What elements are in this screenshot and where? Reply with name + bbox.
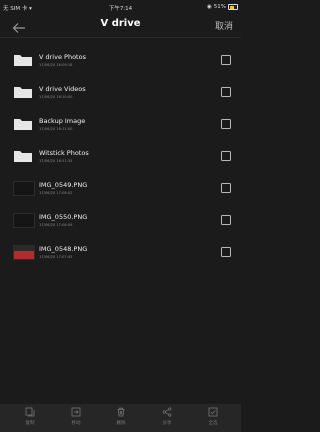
screen: 无 SIM 卡 ▾ 下午7:14 ◉ 51% V drive 取消 V driv… [0,0,241,432]
file-row[interactable]: V drive Videos 17/06/20 16:10:00 [0,76,241,108]
file-list: V drive Photos 17/06/20 16:09:18 V drive… [0,44,241,268]
action-bar: 复制 移动 删除 分享 全选 [0,404,241,432]
folder-icon [13,148,33,164]
folder-icon [13,52,33,68]
select-all-label: 全选 [208,421,218,426]
status-bar: 无 SIM 卡 ▾ 下午7:14 ◉ 51% [0,0,241,14]
file-date: 17/06/20 17:08:09 [39,223,73,227]
file-date: 17/06/20 16:11:00 [39,127,73,131]
file-date: 17/06/20 16:09:18 [39,63,73,67]
file-name: Backup Image [39,117,86,125]
delete-label: 删除 [116,421,126,426]
share-label: 分享 [162,421,172,426]
image-thumbnail [13,245,35,260]
copy-button[interactable]: 复制 [10,407,50,426]
cancel-button[interactable]: 取消 [215,19,233,32]
alarm-icon: ◉ [206,4,212,10]
share-button[interactable]: 分享 [147,407,187,426]
file-row[interactable]: IMG_0549.PNG 17/06/20 17:08:02 [0,172,241,204]
page-title: V drive [100,18,141,29]
folder-icon [13,116,33,132]
select-checkbox[interactable] [221,183,231,193]
move-label: 移动 [71,421,81,426]
nav-bar: V drive 取消 [0,14,241,36]
file-date: 17/06/20 16:51:35 [39,159,73,163]
move-button[interactable]: 移动 [56,407,96,426]
file-name: Witstick Photos [39,149,89,157]
file-date: 17/06/20 17:08:02 [39,191,73,195]
select-checkbox[interactable] [221,119,231,129]
battery-icon [228,4,238,10]
file-row[interactable]: IMG_0550.PNG 17/06/20 17:08:09 [0,204,241,236]
file-name: IMG_0550.PNG [39,213,88,221]
copy-icon [25,407,35,417]
trash-icon [117,407,125,417]
nav-divider [0,37,241,38]
select-checkbox[interactable] [221,87,231,97]
copy-label: 复制 [25,421,35,426]
file-name: IMG_0548.PNG [39,245,88,253]
file-row[interactable]: Witstick Photos 17/06/20 16:51:35 [0,140,241,172]
file-name: IMG_0549.PNG [39,181,88,189]
share-icon [162,407,172,417]
move-icon [71,407,81,417]
select-checkbox[interactable] [221,55,231,65]
battery-percent: 51% [213,4,226,10]
select-all-icon [208,407,218,417]
file-row[interactable]: Backup Image 17/06/20 16:11:00 [0,108,241,140]
status-time: 下午7:14 [108,6,133,12]
status-right: ◉ 51% [207,4,238,10]
select-checkbox[interactable] [221,151,231,161]
select-checkbox[interactable] [221,247,231,257]
file-name: V drive Videos [39,85,86,93]
delete-button[interactable]: 删除 [101,407,141,426]
file-row[interactable]: IMG_0548.PNG 17/06/20 17:07:43 [0,236,241,268]
file-name: V drive Photos [39,53,86,61]
select-all-button[interactable]: 全选 [193,407,233,426]
image-thumbnail [13,213,35,228]
file-date: 17/06/20 16:10:00 [39,95,73,99]
file-row[interactable]: V drive Photos 17/06/20 16:09:18 [0,44,241,76]
image-thumbnail [13,181,35,196]
file-date: 17/06/20 17:07:43 [39,255,73,259]
folder-icon [13,84,33,100]
select-checkbox[interactable] [221,215,231,225]
